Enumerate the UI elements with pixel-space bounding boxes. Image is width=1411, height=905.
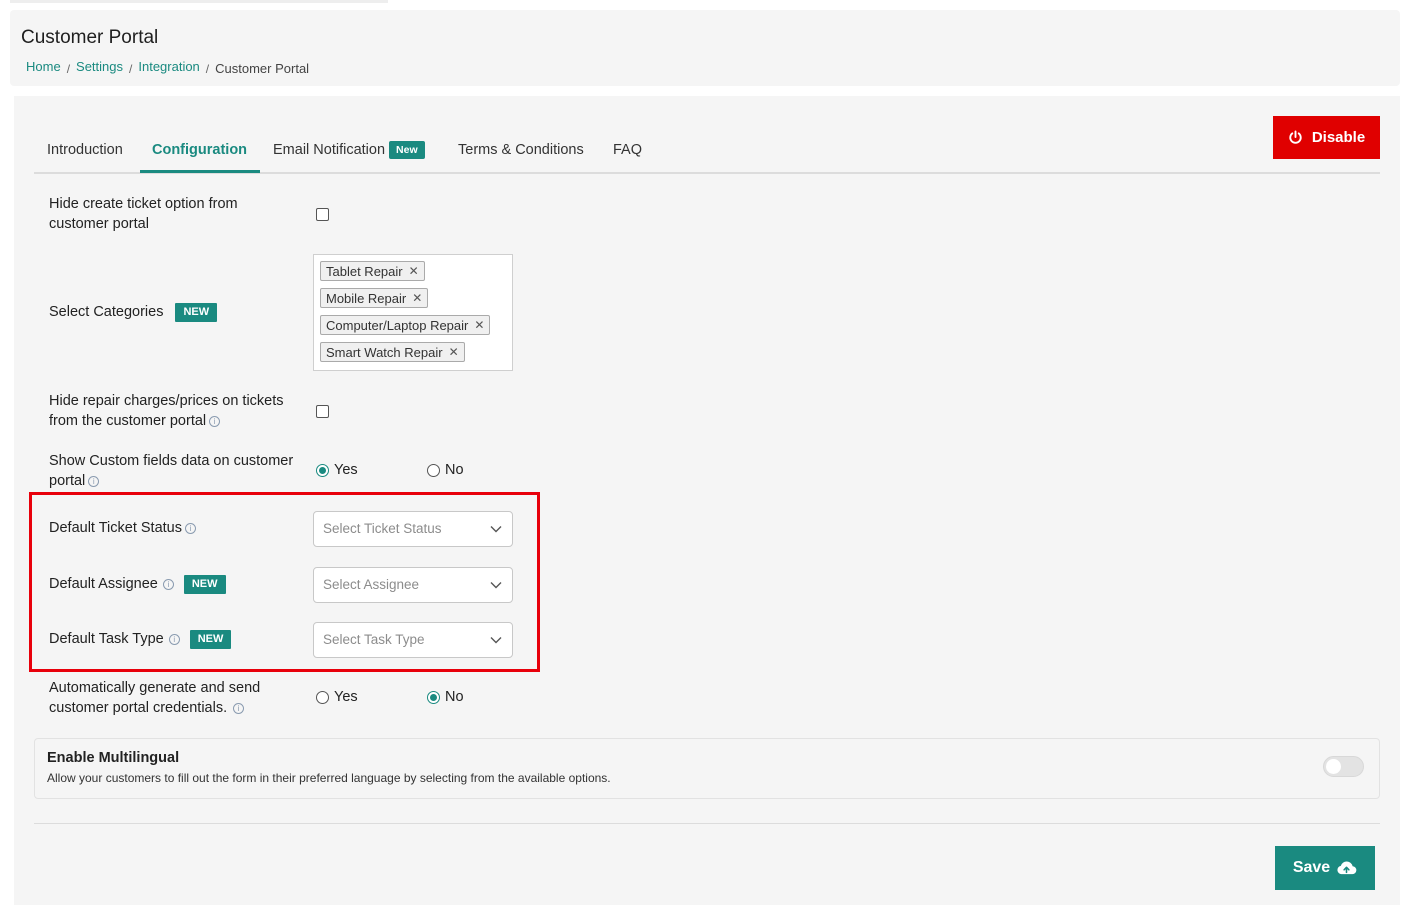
radio-no[interactable] <box>427 463 440 477</box>
info-icon[interactable]: i <box>88 476 100 487</box>
breadcrumb-separator: / <box>66 61 71 76</box>
auto-credentials-label-line2: customer portal credentials. <box>49 700 228 716</box>
tab-email-notification[interactable]: Email Notification New <box>273 141 425 160</box>
radio-no-label: No <box>445 689 464 705</box>
active-tab-indicator <box>140 170 260 173</box>
radio-no-label: No <box>445 462 464 478</box>
show-custom-fields-label-line1: Show Custom fields data on customer <box>49 453 294 469</box>
category-chip: Smart Watch Repair ✕ <box>320 342 465 362</box>
hide-create-ticket-label-line1: Hide create ticket option from <box>49 196 238 212</box>
chip-label: Smart Watch Repair <box>326 344 443 360</box>
category-chip: Tablet Repair ✕ <box>320 261 425 281</box>
disable-button-label: Disable <box>1311 129 1366 146</box>
disable-button[interactable]: Disable <box>1273 116 1380 159</box>
select-categories-label: Select Categories NEW <box>49 302 218 322</box>
show-custom-fields-label-line2: portal <box>49 473 86 489</box>
remove-icon[interactable]: ✕ <box>474 318 484 332</box>
tab-introduction[interactable]: Introduction <box>47 142 123 158</box>
hide-repair-charges-label-line2: from the customer portal <box>49 413 207 429</box>
category-chip: Mobile Repair ✕ <box>320 288 429 308</box>
radio-no-selected[interactable] <box>427 690 440 704</box>
chip-label: Tablet Repair <box>326 263 403 279</box>
tab-terms-conditions[interactable]: Terms & Conditions <box>458 142 584 158</box>
highlight-annotation-box <box>29 492 540 672</box>
cloud-upload-icon <box>1337 861 1357 875</box>
auto-credentials-label: Automatically generate and send customer… <box>49 678 260 718</box>
breadcrumb-separator: / <box>205 61 210 76</box>
chip-label: Mobile Repair <box>326 290 407 306</box>
auto-credentials-yes-option[interactable]: Yes <box>316 689 358 705</box>
hide-repair-charges-label: Hide repair charges/prices on tickets fr… <box>49 391 284 431</box>
top-strip <box>10 0 388 3</box>
show-custom-fields-label: Show Custom fields data on customer port… <box>49 451 293 491</box>
tab-configuration[interactable]: Configuration <box>152 142 247 158</box>
multilingual-panel: Enable Multilingual Allow your customers… <box>34 738 1380 799</box>
multilingual-title: Enable Multilingual <box>47 750 180 766</box>
category-chip: Computer/Laptop Repair ✕ <box>320 315 491 335</box>
tab-email-notification-label: Email Notification <box>273 142 386 158</box>
breadcrumb-integration[interactable]: Integration <box>138 59 199 74</box>
show-custom-fields-no-option[interactable]: No <box>427 462 464 478</box>
breadcrumb-home[interactable]: Home <box>26 59 61 74</box>
info-icon[interactable]: i <box>233 703 245 714</box>
save-button[interactable]: Save <box>1275 846 1375 890</box>
tab-bar: Introduction Configuration Email Notific… <box>34 96 1380 174</box>
breadcrumb-settings[interactable]: Settings <box>76 59 123 74</box>
remove-icon[interactable]: ✕ <box>449 345 459 359</box>
hide-repair-charges-checkbox[interactable] <box>316 405 329 418</box>
new-badge: New <box>389 141 425 159</box>
radio-yes-label: Yes <box>334 462 358 478</box>
radio-yes-label: Yes <box>334 689 358 705</box>
breadcrumb-current: Customer Portal <box>215 61 310 76</box>
breadcrumb: Home / Settings / Integration / Customer… <box>26 59 310 76</box>
toggle-knob <box>1326 759 1341 774</box>
remove-icon[interactable]: ✕ <box>412 291 422 305</box>
hide-create-ticket-label-line2: customer portal <box>49 216 149 232</box>
radio-yes[interactable] <box>316 690 329 704</box>
info-icon[interactable]: i <box>209 416 221 427</box>
page-title: Customer Portal <box>21 27 159 48</box>
hide-repair-charges-label-line1: Hide repair charges/prices on tickets <box>49 393 284 409</box>
tab-faq[interactable]: FAQ <box>613 142 642 158</box>
select-categories-label-text: Select Categories <box>49 304 164 320</box>
auto-credentials-label-line1: Automatically generate and send <box>49 680 261 696</box>
multilingual-description: Allow your customers to fill out the for… <box>47 771 611 785</box>
show-custom-fields-yes-option[interactable]: Yes <box>316 462 358 478</box>
hide-create-ticket-label: Hide create ticket option from customer … <box>49 194 238 234</box>
radio-yes-selected[interactable] <box>316 463 329 477</box>
divider <box>34 823 1380 824</box>
main-card: Introduction Configuration Email Notific… <box>14 96 1400 905</box>
multilingual-toggle[interactable] <box>1323 756 1364 777</box>
remove-icon[interactable]: ✕ <box>409 264 419 278</box>
power-icon <box>1289 130 1302 144</box>
auto-credentials-no-option[interactable]: No <box>427 689 464 705</box>
save-button-label: Save <box>1292 859 1331 876</box>
breadcrumb-separator: / <box>129 61 133 76</box>
new-badge: NEW <box>175 302 218 322</box>
hide-create-ticket-checkbox[interactable] <box>316 208 329 221</box>
chip-label: Computer/Laptop Repair <box>326 317 469 333</box>
categories-multiselect[interactable]: Tablet Repair ✕ Mobile Repair ✕ Computer/L… <box>313 254 513 371</box>
page-header: Customer Portal Home / Settings / Integr… <box>10 10 1400 86</box>
